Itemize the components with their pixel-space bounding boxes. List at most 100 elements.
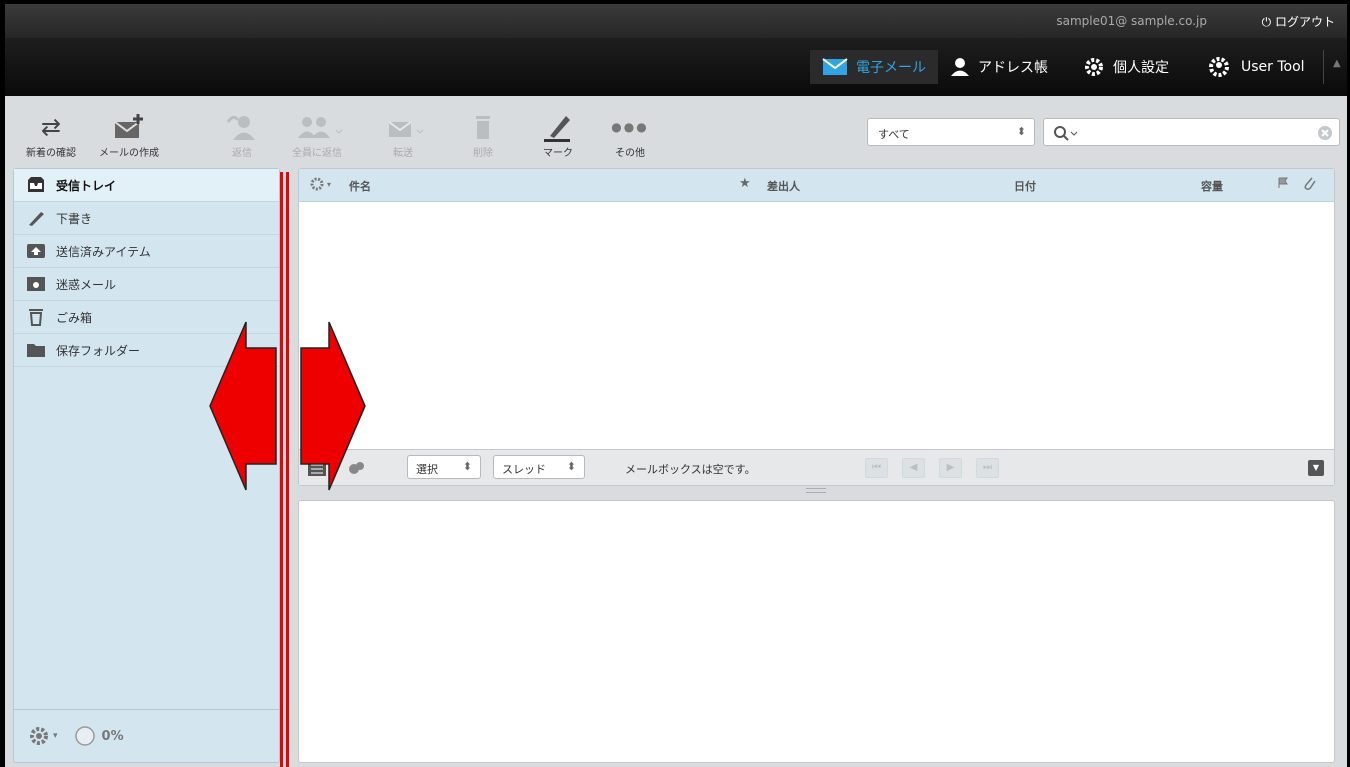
delete-button[interactable]: 削除 — [451, 110, 515, 159]
user-email: sample01@ sample.co.jp — [1056, 14, 1207, 28]
reply-all-button[interactable]: 全員に返信 — [285, 110, 349, 159]
folder-inbox[interactable]: 受信トレイ — [14, 169, 279, 202]
left-arrow-icon — [209, 321, 277, 491]
thread-label: スレッド — [502, 463, 546, 476]
quota-indicator: 0% — [74, 725, 124, 747]
folder-label: 保存フォルダー — [56, 343, 141, 358]
compose-button[interactable]: メールの作成 — [97, 110, 161, 159]
envelope-icon — [822, 58, 848, 75]
pen-icon — [544, 116, 570, 142]
toolbar: ⇄ 新着の確認 メールの作成 返信 全員に返信 転送 削除 マーク ●●● その… — [5, 96, 1347, 172]
quota-value: 0% — [101, 728, 124, 744]
expand-preview-icon[interactable]: ▼ — [1308, 460, 1324, 476]
mark-label: マーク — [543, 148, 573, 159]
gear-icon — [1085, 58, 1103, 76]
filter-value: すべて — [878, 128, 910, 141]
folder-settings-button[interactable]: ▾ — [28, 725, 58, 747]
select-arrows-icon: ⬍ — [462, 460, 472, 473]
forward-icon — [388, 121, 424, 137]
reply-all-label: 全員に返信 — [292, 148, 342, 159]
last-page-icon[interactable]: ⏭ — [976, 458, 999, 478]
reply-all-icon — [298, 117, 343, 138]
mailbox-status: メールボックスは空です。 — [625, 463, 756, 476]
select-arrows-icon: ⬍ — [1016, 125, 1026, 138]
first-page-icon[interactable]: ⏮ — [865, 458, 888, 478]
nav-item-label: 電子メール — [856, 60, 926, 76]
reply-button[interactable]: 返信 — [210, 110, 274, 159]
junk-icon — [27, 277, 45, 291]
main-nav: 電子メール アドレス帳 個人設定 User Tool ▲ — [5, 38, 1347, 96]
message-list-footer: 選択 ⬍ スレッド ⬍ メールボックスは空です。 ⏮ ◀ ▶ ⏭ ▼ — [299, 449, 1334, 485]
previous-page-icon[interactable]: ◀ — [902, 458, 925, 478]
column-from[interactable]: 差出人 — [767, 178, 800, 194]
resize-arrows-annotation — [209, 321, 366, 491]
more-label: その他 — [615, 148, 645, 159]
search-icon[interactable] — [1052, 124, 1078, 142]
forward-button[interactable]: 転送 — [371, 110, 435, 159]
forward-label: 転送 — [393, 148, 413, 159]
nav-item-mail[interactable]: 電子メール — [810, 50, 938, 84]
column-size[interactable]: 容量 — [1201, 178, 1223, 194]
folder-label: 受信トレイ — [56, 178, 117, 193]
star-icon[interactable]: ★ — [739, 176, 751, 191]
select-arrows-icon: ⬍ — [566, 460, 576, 473]
next-page-icon[interactable]: ▶ — [939, 458, 962, 478]
right-arrow-icon — [300, 321, 366, 491]
collapse-up-icon[interactable]: ▲ — [1333, 58, 1341, 69]
refresh-arrows-icon: ⇄ — [40, 113, 62, 141]
top-bar: sample01@ sample.co.jp ⏻ ログアウト — [5, 4, 1347, 38]
gear-icon — [30, 727, 48, 745]
folder-label: 迷惑メール — [56, 277, 117, 292]
list-options-button[interactable]: ▾ — [309, 176, 331, 192]
folder-drafts[interactable]: 下書き — [14, 202, 279, 235]
nav-divider — [1323, 50, 1324, 84]
person-icon — [951, 58, 969, 76]
sidebar-footer: ▾ 0% — [14, 709, 279, 762]
nav-item-user-tool[interactable]: User Tool — [1205, 50, 1305, 84]
more-dots-icon: ●●● — [611, 120, 649, 134]
thread-dropdown[interactable]: スレッド ⬍ — [493, 455, 585, 479]
search-input[interactable] — [1043, 118, 1340, 146]
compose-label: メールの作成 — [99, 148, 159, 159]
logout-link[interactable]: ⏻ ログアウト — [1262, 13, 1335, 30]
sent-icon — [27, 244, 45, 258]
column-subject[interactable]: 件名 — [349, 178, 371, 194]
chevron-down-icon: ▾ — [327, 179, 332, 189]
webmail-app: sample01@ sample.co.jp ⏻ ログアウト 電子メール アドレ… — [0, 0, 1350, 767]
folder-junk[interactable]: 迷惑メール — [14, 268, 279, 301]
refresh-label: 新着の確認 — [26, 148, 76, 159]
select-dropdown[interactable]: 選択 ⬍ — [407, 455, 481, 479]
trash-icon — [29, 309, 43, 326]
select-label: 選択 — [416, 463, 438, 476]
nav-item-label: 個人設定 — [1113, 60, 1169, 76]
gear-icon — [310, 177, 324, 191]
chevron-down-icon: ▾ — [53, 731, 58, 741]
nav-item-label: User Tool — [1241, 59, 1305, 75]
message-list-header: ▾ 件名 ★ 差出人 日付 容量 — [299, 169, 1334, 202]
power-icon: ⏻ — [1261, 15, 1272, 29]
attachment-icon[interactable] — [1303, 175, 1317, 194]
delete-label: 削除 — [473, 148, 493, 159]
refresh-button[interactable]: ⇄ 新着の確認 — [19, 110, 83, 159]
mark-button[interactable]: マーク — [526, 110, 590, 159]
filter-select[interactable]: すべて ⬍ — [867, 118, 1035, 146]
flag-icon[interactable] — [1277, 177, 1289, 192]
nav-item-addressbook[interactable]: アドレス帳 — [950, 50, 1048, 84]
folder-icon — [27, 344, 45, 357]
message-preview-pane — [298, 500, 1335, 763]
folder-label: ごみ箱 — [56, 310, 93, 325]
quota-pie-icon — [74, 726, 95, 746]
reply-icon — [226, 115, 255, 140]
horizontal-splitter-grip[interactable] — [806, 488, 826, 493]
inbox-icon — [28, 177, 44, 192]
folder-label: 下書き — [56, 211, 93, 226]
clear-search-icon[interactable] — [1317, 125, 1333, 141]
more-button[interactable]: ●●● その他 — [598, 110, 662, 159]
column-date[interactable]: 日付 — [1014, 178, 1036, 194]
folder-sent[interactable]: 送信済みアイテム — [14, 235, 279, 268]
pencil-icon — [29, 212, 44, 226]
logout-label: ログアウト — [1274, 15, 1335, 29]
compose-icon — [114, 114, 143, 138]
user-gear-icon — [1209, 57, 1229, 77]
nav-item-settings[interactable]: 個人設定 — [1083, 50, 1169, 84]
